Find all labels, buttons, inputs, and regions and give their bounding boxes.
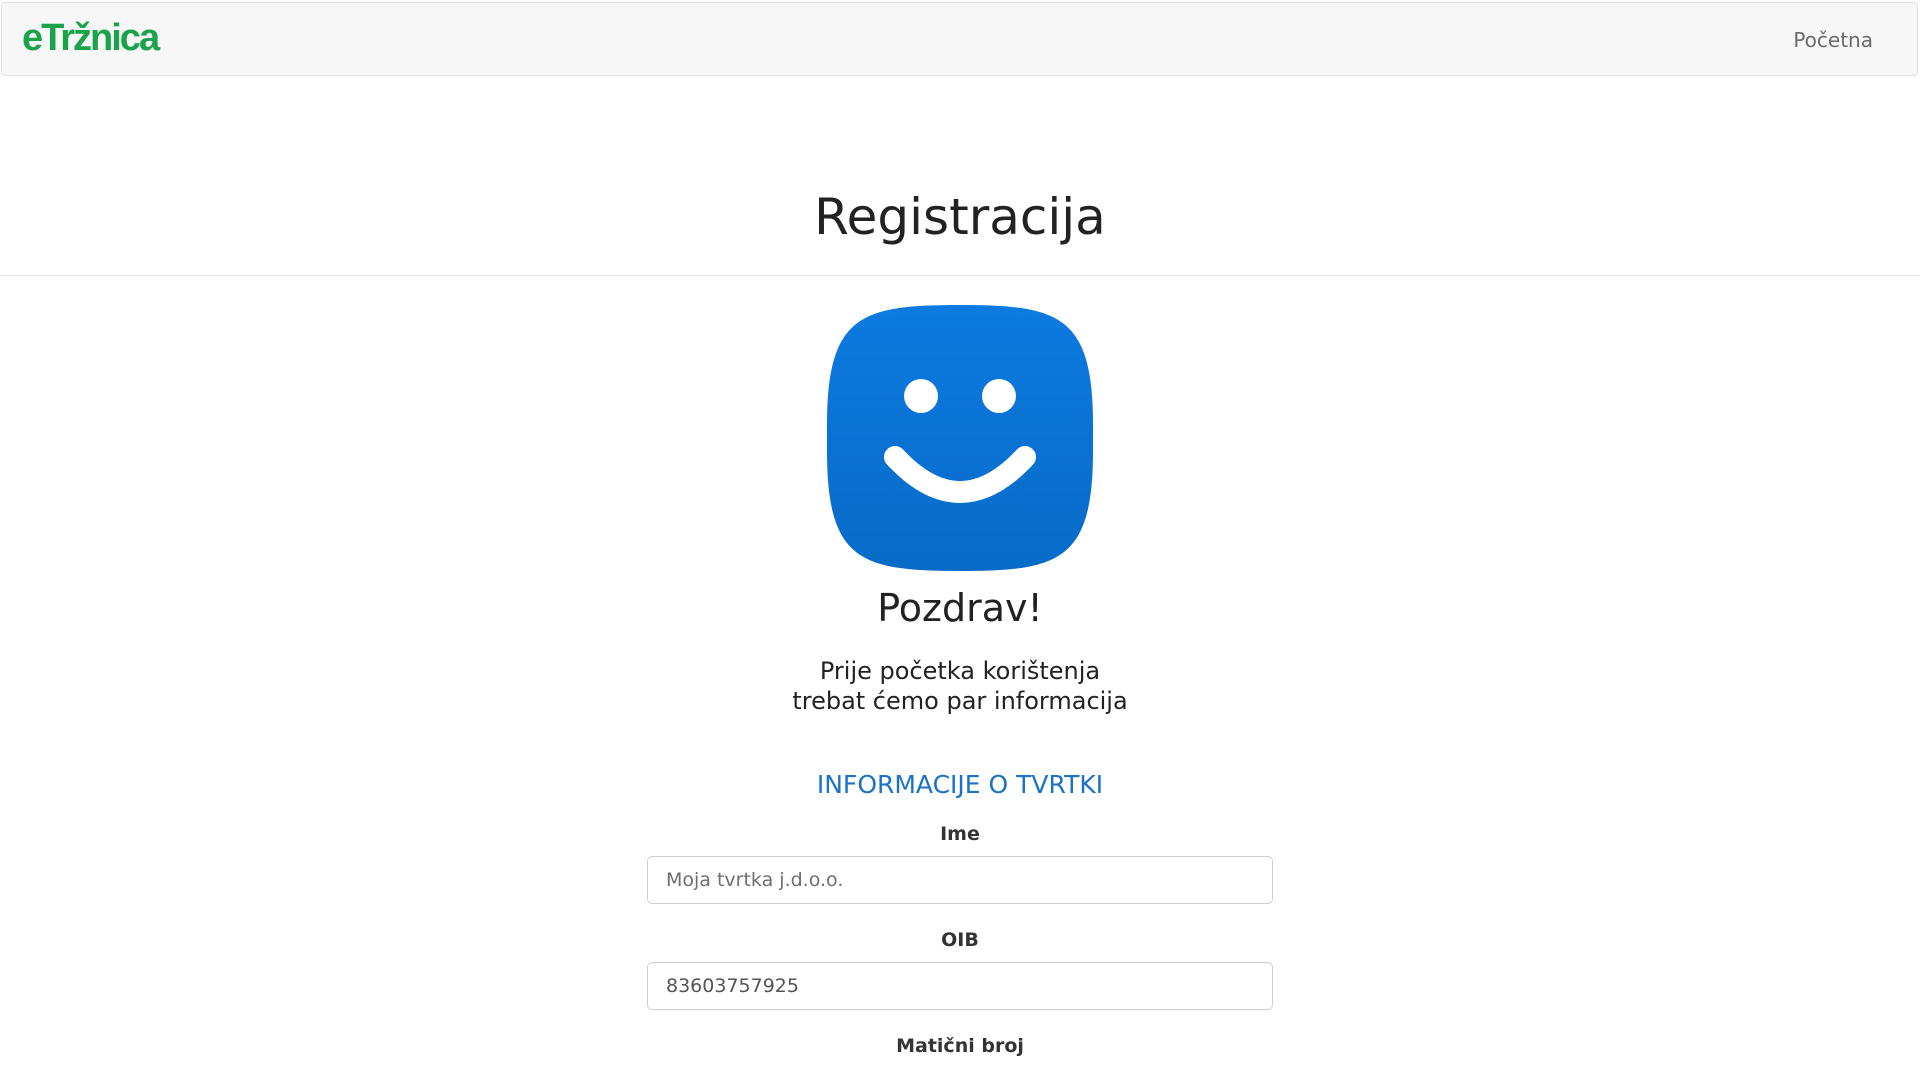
page-title: Registracija <box>814 188 1106 246</box>
intro-line-2: trebat ćemo par informacija <box>792 687 1128 715</box>
top-navbar: eTržnica Početna <box>1 2 1918 76</box>
brand-logo[interactable]: eTržnica <box>22 13 160 63</box>
nav-link-pocetna[interactable]: Početna <box>1793 26 1873 54</box>
intro-text: Prije početka korištenja trebat ćemo par… <box>0 656 1920 716</box>
name-label: Ime <box>940 823 980 845</box>
intro-line-1: Prije početka korištenja <box>819 657 1101 685</box>
greeting-heading: Pozdrav! <box>877 586 1043 630</box>
oib-label: OIB <box>941 929 979 951</box>
oib-input[interactable] <box>647 962 1273 1010</box>
company-name-input[interactable] <box>647 856 1273 904</box>
smiley-face-icon <box>827 305 1093 571</box>
title-divider <box>0 275 1920 276</box>
registration-number-label: Matični broj <box>896 1035 1024 1057</box>
section-title-company-info: INFORMACIJE O TVRTKI <box>816 770 1104 799</box>
